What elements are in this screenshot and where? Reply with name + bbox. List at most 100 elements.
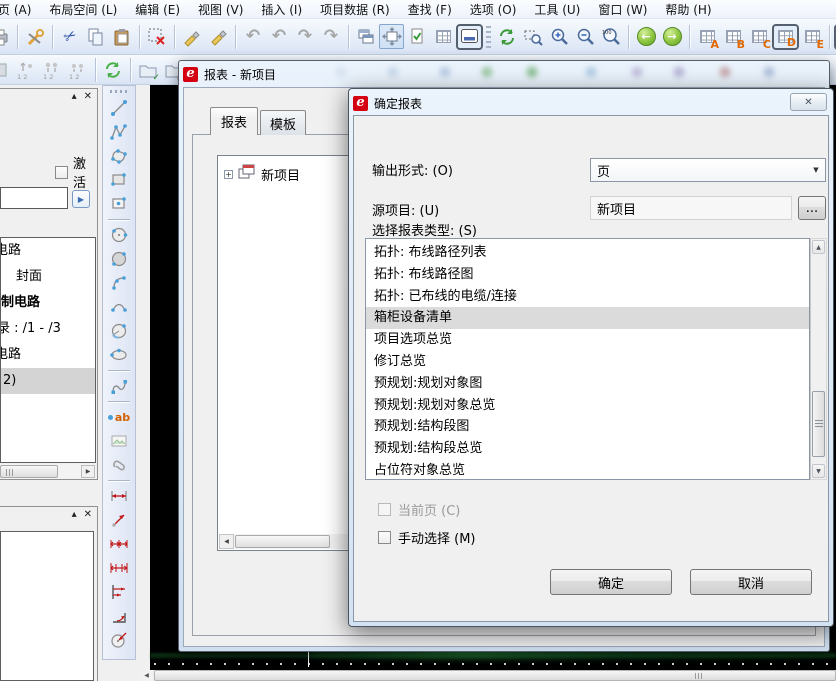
connector-tool-icon[interactable]: [106, 374, 132, 398]
settings-tools-icon[interactable]: [22, 24, 48, 50]
source-project-field[interactable]: 新项目: [590, 196, 792, 220]
workspace-monitor-icon[interactable]: [456, 24, 483, 50]
report-type-item[interactable]: 预规划:结构段总览: [366, 438, 809, 460]
scheme-a-icon[interactable]: A: [694, 24, 720, 50]
menu-layout-space[interactable]: 布局空间 (L): [40, 1, 126, 18]
dimension-baseline-icon[interactable]: [106, 580, 132, 604]
arc-3point-tool-icon[interactable]: [106, 295, 132, 319]
tree-horizontal-scrollbar[interactable]: ◀: [219, 534, 349, 549]
delete-selection-icon[interactable]: [144, 24, 170, 50]
scroll-down-icon[interactable]: ▼: [812, 464, 825, 478]
dimension-chain2-icon[interactable]: [106, 556, 132, 580]
print-icon[interactable]: [0, 24, 13, 50]
image-tool-icon[interactable]: [106, 429, 132, 453]
list-item[interactable]: 制电路: [0, 290, 95, 316]
numbering-icon-1[interactable]: 1 2: [13, 57, 39, 83]
hyperlink-tool-icon[interactable]: [106, 453, 132, 477]
dimension-radius-icon[interactable]: [106, 628, 132, 652]
tab-templates[interactable]: 模板: [260, 110, 306, 135]
report-type-item[interactable]: 预规划:结构段图: [366, 416, 809, 438]
zoom-area-icon[interactable]: [520, 24, 546, 50]
menu-project-data[interactable]: 项目数据 (R): [311, 1, 399, 18]
polygon-tool-icon[interactable]: [106, 144, 132, 168]
filter-input[interactable]: [0, 187, 68, 209]
current-page-checkbox[interactable]: [378, 503, 391, 516]
scrollbar-thumb[interactable]: [0, 465, 58, 478]
copy-icon[interactable]: [83, 24, 109, 50]
tab-reports[interactable]: 报表: [210, 107, 258, 135]
polyline-tool-icon[interactable]: [106, 120, 132, 144]
text-tool-icon[interactable]: ab: [106, 405, 132, 429]
panel-close-icon[interactable]: ✕: [84, 92, 92, 102]
scroll-up-icon[interactable]: ▲: [812, 240, 825, 254]
tree-expander-icon[interactable]: +: [224, 170, 233, 179]
ok-button[interactable]: 确定: [550, 569, 672, 595]
report-list-scrollbar[interactable]: ▲ ▼: [810, 238, 827, 480]
redo-list-icon[interactable]: ↷: [318, 24, 344, 50]
list-item[interactable]: 电路: [0, 342, 95, 368]
project-check-icon[interactable]: ✓: [135, 57, 161, 83]
undo-icon[interactable]: ↶: [240, 24, 266, 50]
menu-window[interactable]: 窗口 (W): [589, 1, 656, 18]
rectangle-center-tool-icon[interactable]: [106, 192, 132, 216]
output-format-select[interactable]: 页 ▼: [590, 158, 826, 182]
report-type-item[interactable]: 拓扑: 布线路径列表: [366, 242, 809, 264]
dimension-linear-icon[interactable]: [106, 484, 132, 508]
scheme-b-icon[interactable]: B: [720, 24, 746, 50]
numbering-icon-2[interactable]: 1 2: [39, 57, 65, 83]
rectangle-tool-icon[interactable]: [106, 168, 132, 192]
canvas-horizontal-scrollbar[interactable]: ◀: [140, 670, 836, 681]
report-type-item-selected[interactable]: 箱柜设备清单: [366, 307, 809, 329]
apply-filter-button[interactable]: ▶: [72, 190, 90, 208]
refresh-icon[interactable]: [494, 24, 520, 50]
zoom-out-icon[interactable]: [572, 24, 598, 50]
ellipse-tool-icon[interactable]: [106, 343, 132, 367]
report-type-item[interactable]: 拓扑: 已布线的电缆/连接: [366, 286, 809, 308]
activate-checkbox[interactable]: [55, 166, 68, 179]
cascade-windows-icon[interactable]: [353, 24, 379, 50]
scroll-right-icon[interactable]: ▶: [81, 465, 95, 478]
cut-icon[interactable]: ✂: [57, 24, 83, 50]
report-type-item[interactable]: 项目选项总览: [366, 329, 809, 351]
zoom-100-icon[interactable]: 100: [598, 24, 624, 50]
grid-table-icon[interactable]: [430, 24, 456, 50]
scrollbar-thumb[interactable]: [235, 535, 330, 548]
manual-selection-checkbox[interactable]: [378, 531, 391, 544]
list-item[interactable]: 电路: [0, 238, 95, 264]
numbering-icon-3[interactable]: 1 2: [65, 57, 91, 83]
menu-help[interactable]: 帮助 (H): [656, 1, 720, 18]
document-check-icon[interactable]: [404, 24, 430, 50]
dimension-aligned-icon[interactable]: [106, 508, 132, 532]
report-type-item[interactable]: 预规划:规划对象总览: [366, 395, 809, 417]
line-tool-icon[interactable]: [106, 96, 132, 120]
close-button[interactable]: ✕: [790, 93, 827, 111]
scrollbar-thumb[interactable]: [812, 391, 825, 457]
copy-format-icon[interactable]: [205, 24, 231, 50]
dimension-angle-icon[interactable]: [106, 604, 132, 628]
sector-tool-icon[interactable]: [106, 319, 132, 343]
report-type-item[interactable]: 占位符对象总览: [366, 460, 809, 480]
update-reports-icon[interactable]: [100, 57, 126, 83]
menu-page[interactable]: 页 (A): [0, 1, 40, 18]
scheme-e-icon[interactable]: E: [799, 24, 825, 50]
panel-horizontal-scrollbar[interactable]: ▶: [0, 464, 96, 479]
report-type-item[interactable]: 修订总览: [366, 351, 809, 373]
report-type-item[interactable]: 拓扑: 布线路径图: [366, 264, 809, 286]
panel-collapse-icon[interactable]: ▴: [72, 92, 77, 102]
menu-view[interactable]: 视图 (V): [189, 1, 252, 18]
list-item[interactable]: 录 : /1 - /3: [0, 316, 95, 342]
dimension-chain-icon[interactable]: [106, 532, 132, 556]
menu-insert[interactable]: 插入 (I): [252, 1, 311, 18]
menu-options[interactable]: 选项 (O): [461, 1, 526, 18]
menu-edit[interactable]: 编辑 (E): [126, 1, 189, 18]
list-item-selected[interactable]: 2): [1, 368, 95, 394]
scroll-left-icon[interactable]: ◀: [140, 670, 153, 681]
scrollbar-thumb[interactable]: [154, 670, 836, 681]
panel-collapse-icon[interactable]: ▴: [72, 510, 77, 520]
arc-tool-icon[interactable]: [106, 271, 132, 295]
scroll-left-icon[interactable]: ◀: [219, 534, 234, 549]
report-type-item[interactable]: 预规划:规划对象图: [366, 373, 809, 395]
circle-fill-tool-icon[interactable]: [106, 247, 132, 271]
format-paint-icon[interactable]: [179, 24, 205, 50]
arrange-windows-icon[interactable]: [379, 24, 404, 49]
